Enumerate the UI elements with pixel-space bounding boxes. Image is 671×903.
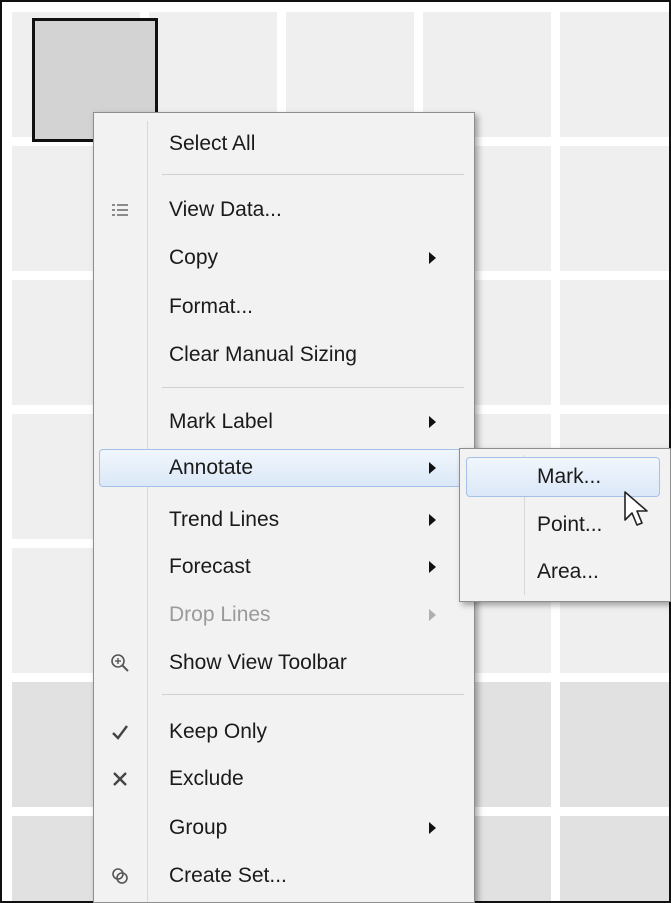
menu-separator <box>162 387 464 388</box>
menu-item-group[interactable]: Group <box>94 807 474 849</box>
menu-item-label: Copy <box>169 246 219 269</box>
menu-item-label: Drop Lines <box>169 603 271 626</box>
menu-item-label: Group <box>169 816 228 839</box>
submenu-arrow-icon <box>429 416 436 428</box>
menu-item-label: Create Set... <box>169 864 287 887</box>
menu-item-select-all[interactable]: Select All <box>94 123 474 165</box>
menu-item-label: Keep Only <box>169 720 268 743</box>
menu-item-keep-only[interactable]: Keep Only <box>94 711 474 753</box>
submenu-item-label: Area... <box>537 560 599 583</box>
menu-item-view-data[interactable]: View Data... <box>94 189 474 231</box>
menu-item-label: View Data... <box>169 198 282 221</box>
menu-item-label: Trend Lines <box>169 508 280 531</box>
menu-item-label: Annotate <box>169 456 254 479</box>
checkmark-icon <box>108 720 132 744</box>
menu-item-label: Select All <box>169 132 256 155</box>
submenu-arrow-icon <box>429 561 436 573</box>
submenu-item-label: Point... <box>537 513 603 536</box>
mark-cell[interactable] <box>560 280 669 405</box>
menu-item-label: Mark Label <box>169 410 273 433</box>
zoom-in-icon <box>108 651 132 675</box>
mark-cell[interactable] <box>560 12 669 137</box>
menu-item-label: Forecast <box>169 555 251 578</box>
menu-item-trend-lines[interactable]: Trend Lines <box>94 499 474 541</box>
menu-item-label: Show View Toolbar <box>169 651 347 674</box>
menu-separator <box>162 174 464 175</box>
menu-item-clear-manual-sizing[interactable]: Clear Manual Sizing <box>94 334 474 376</box>
menu-item-exclude[interactable]: Exclude <box>94 758 474 800</box>
menu-item-forecast[interactable]: Forecast <box>94 546 474 588</box>
submenu-arrow-icon <box>429 609 436 621</box>
menu-item-label: Clear Manual Sizing <box>169 343 357 366</box>
submenu-arrow-icon <box>429 462 436 474</box>
menu-item-label: Exclude <box>169 767 244 790</box>
menu-item-label: Format... <box>169 295 254 318</box>
mark-cell[interactable] <box>560 146 669 271</box>
menu-item-format[interactable]: Format... <box>94 286 474 328</box>
create-set-icon <box>108 864 132 888</box>
submenu-arrow-icon <box>429 514 436 526</box>
menu-item-create-set[interactable]: Create Set... <box>94 855 474 897</box>
mark-cell[interactable] <box>560 816 669 901</box>
context-menu: Select All View Data... Copy Format... C… <box>93 112 475 903</box>
submenu-item-area[interactable]: Area... <box>460 550 670 594</box>
menu-item-show-view-toolbar[interactable]: Show View Toolbar <box>94 642 474 684</box>
menu-item-drop-lines: Drop Lines <box>94 594 474 636</box>
menu-item-mark-label[interactable]: Mark Label <box>94 401 474 443</box>
menu-item-annotate[interactable]: Annotate <box>94 447 474 489</box>
menu-item-highlight <box>99 449 466 487</box>
submenu-arrow-icon <box>429 252 436 264</box>
data-grid-icon <box>108 198 132 222</box>
x-icon <box>108 767 132 791</box>
mouse-pointer-icon <box>624 491 648 526</box>
submenu-arrow-icon <box>429 822 436 834</box>
mark-cell[interactable] <box>560 682 669 807</box>
menu-item-copy[interactable]: Copy <box>94 237 474 279</box>
menu-separator <box>162 694 464 695</box>
submenu-item-label: Mark... <box>537 465 602 488</box>
